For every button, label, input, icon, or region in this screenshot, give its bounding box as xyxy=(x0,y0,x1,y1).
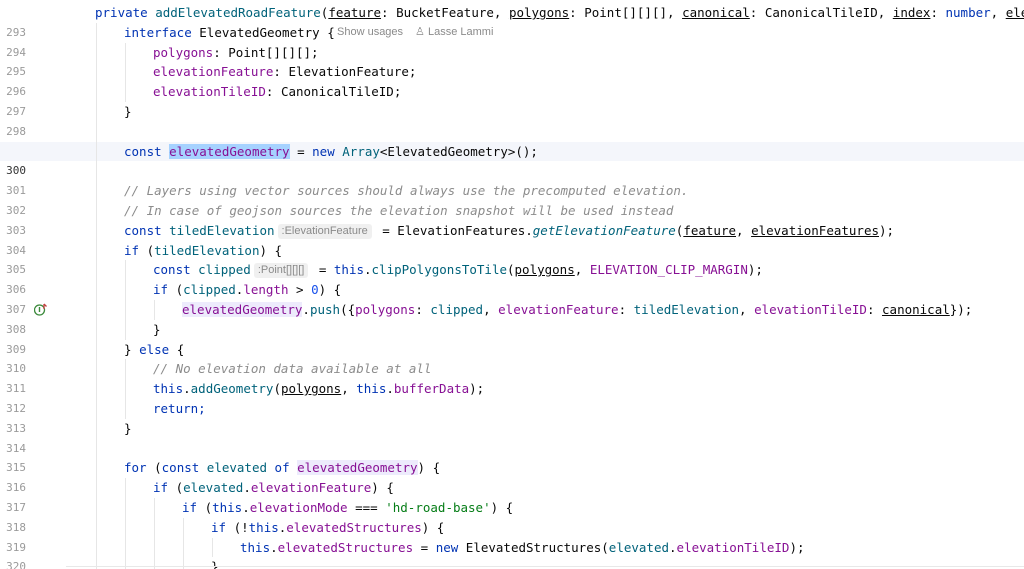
code-line[interactable]: 319 if (!this.elevatedStructures) { xyxy=(0,517,1024,554)
code-vision-hints: Show usages ♙ Lasse Lammi xyxy=(337,23,493,43)
code-text[interactable]: private addElevatedRoadFeature(feature: … xyxy=(95,3,1024,23)
code-line[interactable]: 302 // Layers using vector sources shoul… xyxy=(0,181,1024,217)
code-text[interactable]: } xyxy=(153,320,161,340)
code-line[interactable]: 309 } xyxy=(0,319,1024,356)
author-hint[interactable]: ♙ Lasse Lammi xyxy=(415,26,493,38)
code-line[interactable]: 318 if (this.elevationMode === 'hd-road-… xyxy=(0,498,1024,534)
code-text[interactable]: elevationFeature: ElevationFeature; xyxy=(153,62,416,82)
code-text[interactable]: const elevatedGeometry = new Array<Eleva… xyxy=(124,142,538,162)
code-line[interactable]: 293 private addElevatedRoadFeature(featu… xyxy=(0,3,1024,39)
code-line[interactable]: 313 return; xyxy=(0,399,1024,435)
code-line[interactable]: 296 elevationFeature: ElevationFeature; xyxy=(0,62,1024,98)
code-line[interactable]: 301 xyxy=(0,161,1024,197)
code-line[interactable]: 314 } xyxy=(0,418,1024,455)
code-text[interactable]: if (clipped.length > 0) { xyxy=(153,280,341,300)
code-text[interactable]: if (this.elevationMode === 'hd-road-base… xyxy=(182,498,513,518)
code-text[interactable]: } xyxy=(211,557,219,569)
code-line[interactable]: 294 interface ElevatedGeometry { Show us… xyxy=(0,22,1024,59)
code-line[interactable]: 312 this.addGeometry(polygons, this.buff… xyxy=(0,379,1024,415)
code-line[interactable]: 311 // No elevation data available at al… xyxy=(0,359,1024,395)
code-text[interactable]: if (elevated.elevationFeature) { xyxy=(153,478,394,498)
code-editor[interactable]: 293 private addElevatedRoadFeature(featu… xyxy=(0,0,1024,569)
code-line[interactable]: 320 this.elevatedStructures = new Elevat… xyxy=(0,537,1024,569)
comment[interactable]: // Layers using vector sources should al… xyxy=(124,181,688,201)
code-line[interactable]: 306 const clipped:Point[][][] = this.cli… xyxy=(0,260,1024,296)
code-text[interactable]: if (tiledElevation) { xyxy=(124,241,282,261)
horizontal-scroll-edge xyxy=(66,566,1024,567)
code-line[interactable]: 297 elevationTileID: CanonicalTileID; xyxy=(0,82,1024,118)
code-line[interactable]: 299 xyxy=(0,121,1024,158)
type-hint: :ElevationFeature xyxy=(277,223,372,239)
code-line[interactable]: 321 } xyxy=(0,557,1024,569)
code-text[interactable]: return; xyxy=(153,399,206,419)
code-text[interactable]: const clipped:Point[][][] = this.clipPol… xyxy=(153,260,763,280)
code-line[interactable]: 310 } else { xyxy=(0,339,1024,375)
show-usages-link[interactable]: Show usages xyxy=(337,26,403,38)
code-text[interactable]: interface ElevatedGeometry { xyxy=(124,23,335,43)
code-line[interactable]: 308 elevatedGeometry.push({polygons: cli… xyxy=(0,300,1024,336)
code-text[interactable]: this.addGeometry(polygons, this.bufferDa… xyxy=(153,379,484,399)
code-text[interactable]: elevationTileID: CanonicalTileID; xyxy=(153,82,401,102)
code-text[interactable]: } else { xyxy=(124,340,184,360)
override-up-arrow-icon[interactable] xyxy=(34,303,47,316)
code-text[interactable]: elevatedGeometry.push({polygons: clipped… xyxy=(182,300,972,320)
code-text[interactable]: } xyxy=(124,102,132,122)
code-line[interactable]: 305 if (tiledElevation) { xyxy=(0,240,1024,276)
comment[interactable]: // No elevation data available at all xyxy=(153,359,431,379)
author-name: Lasse Lammi xyxy=(427,25,494,38)
code-text[interactable]: } xyxy=(124,419,132,439)
code-line[interactable]: 317 if (elevated.elevationFeature) { xyxy=(0,478,1024,514)
code-text[interactable]: if (!this.elevatedStructures) { xyxy=(211,518,444,538)
code-text[interactable]: polygons: Point[][][]; xyxy=(153,43,319,63)
type-hint: :Point[][][] xyxy=(253,263,309,279)
code-line[interactable]: 316 for (const elevated of elevatedGeome… xyxy=(0,458,1024,494)
code-line[interactable]: 303 // In case of geojson sources the el… xyxy=(0,201,1024,237)
code-line-current[interactable]: 300 const elevatedGeometry = new Array<E… xyxy=(0,141,1024,177)
code-line[interactable]: 304 const tiledElevation:ElevationFeatur… xyxy=(0,220,1024,257)
code-line[interactable]: 298 } xyxy=(0,102,1024,138)
code-text[interactable]: for (const elevated of elevatedGeometry)… xyxy=(124,458,440,478)
code-text[interactable]: const tiledElevation:ElevationFeature = … xyxy=(124,221,894,241)
code-line[interactable]: 315 xyxy=(0,438,1024,474)
code-line[interactable]: 295 polygons: Point[][][]; xyxy=(0,42,1024,78)
code-text[interactable]: this.elevatedStructures = new ElevatedSt… xyxy=(240,538,805,558)
comment[interactable]: // In case of geojson sources the elevat… xyxy=(124,201,673,221)
code-line[interactable]: 307 if (clipped.length > 0) { xyxy=(0,280,1024,316)
